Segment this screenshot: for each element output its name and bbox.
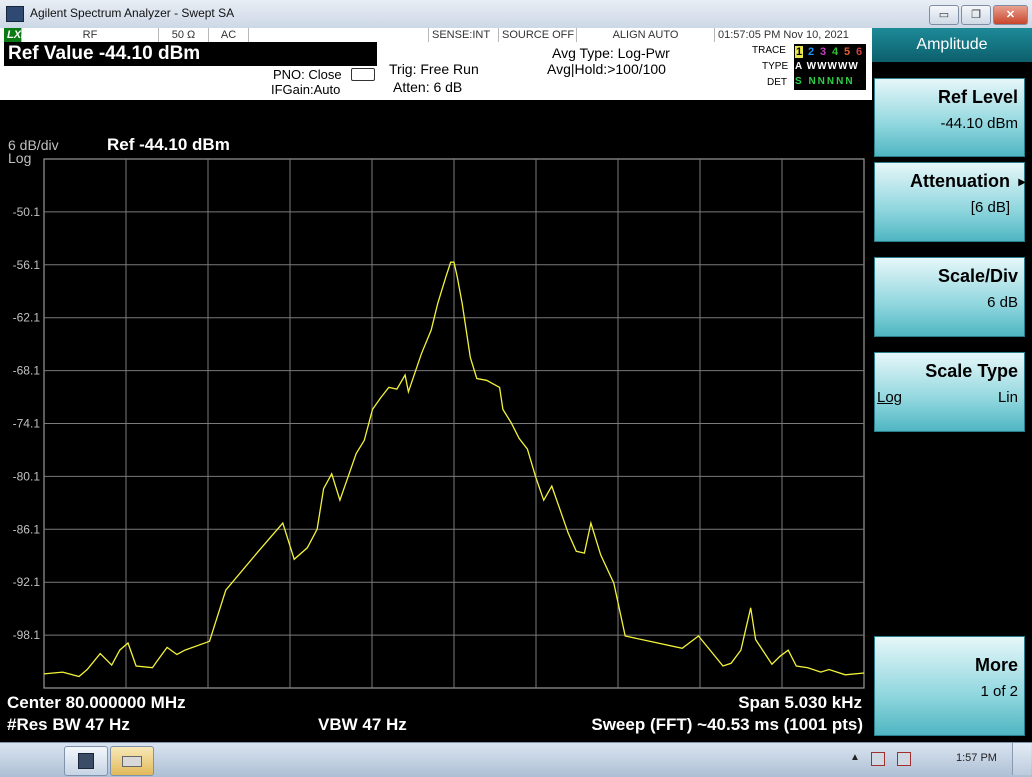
y-tick-label: -80.1 [13,469,41,483]
more-softkey[interactable]: More 1 of 2 [874,636,1025,736]
y-tick-label: -62.1 [13,311,41,325]
active-function-readout: Ref Value -44.10 dBm [4,42,377,66]
scale-div-softkey[interactable]: Scale/Div 6 dB [874,257,1025,337]
datetime-display: 01:57:05 PM Nov 10, 2021 [718,29,849,41]
avg-type: Avg Type: Log-Pwr [552,45,670,61]
spectrum-plot[interactable]: -50.1 -56.1 -62.1 -68.1 -74.1 -80.1 -86.1 -92.1… [0,100,872,742]
trigger-setting: Trig: Free Run [389,61,479,77]
pno-icon [351,68,375,81]
trace-1-number[interactable]: 1 [795,46,804,58]
video-bandwidth: VBW 47 Hz [318,715,407,734]
analyzer-app-icon [78,753,94,769]
volume-warning-icon[interactable] [897,752,911,766]
scale-type-label: Scale Type [925,361,1018,381]
scale-div-label: Scale/Div [937,266,1018,286]
submenu-arrow-icon: ▶ [1018,177,1026,188]
ref-level-value: -44.10 dBm [940,115,1018,132]
trace-label: TRACE [752,45,786,56]
y-tick-label: -68.1 [13,364,41,378]
det-label: DET [767,77,787,88]
taskbar-drive-button[interactable] [110,746,154,776]
y-tick-label: -50.1 [13,205,41,219]
trace-6-number[interactable]: 6 [856,46,862,58]
window-title: Agilent Spectrum Analyzer - Swept SA [30,6,235,20]
more-page-indicator: 1 of 2 [980,683,1018,700]
trace-status-box: 1 2 3 4 5 6 A WWWWW S NNNNN [794,44,866,90]
scale-type-log-option: Log [877,389,903,406]
window-titlebar: Agilent Spectrum Analyzer - Swept SA ▭ ❐… [0,0,1032,29]
restore-button[interactable]: ❐ [961,5,991,25]
frequency-span: Span 5.030 kHz [738,693,862,712]
scale-type-lin-option: Lin [997,389,1018,406]
sweep-time: Sweep (FFT) ~40.53 ms (1001 pts) [591,715,863,734]
spectrum-display[interactable]: 6 dB/div Log Ref -44.10 dBm -50.1 -56.1 -6… [0,100,872,742]
impedance-indicator: 50 Ω [159,28,209,42]
y-tick-label: -92.1 [13,575,41,589]
y-tick-label: -74.1 [13,417,41,431]
status-strip: LXI RF 50 Ω AC SENSE:INT SOURCE OFF ALIG… [0,28,872,43]
attenuation-setting: Atten: 6 dB [393,79,463,95]
network-warning-icon[interactable] [871,752,885,766]
attenuation-softkey[interactable]: Attenuation [6 dB] ▶ [874,162,1026,242]
attenuation-value: [6 dB] [970,199,1010,216]
y-axis-ticks: -50.1 -56.1 -62.1 -68.1 -74.1 -80.1 -86.1 -92.1… [13,205,41,642]
app-icon [6,6,24,22]
lxi-badge: LXI [4,28,24,42]
scale-type-softkey[interactable]: Scale Type Log Lin [874,352,1025,432]
ifgain-setting: IFGain:Auto [271,82,341,97]
avg-hold: Avg|Hold:>100/100 [547,61,666,77]
taskbar-app-button[interactable] [64,746,108,776]
scale-div-value: 6 dB [987,294,1018,311]
more-label: More [974,655,1018,675]
ref-level-softkey[interactable]: Ref Level -44.10 dBm [874,78,1025,157]
trace-5-number[interactable]: 5 [844,46,850,58]
ref-level-label: Ref Level [937,87,1018,107]
trace-2-number[interactable]: 2 [808,46,814,58]
measurement-header: Ref Value -44.10 dBm PNO: Close IFGain:A… [0,42,872,102]
y-tick-label: -86.1 [13,522,41,536]
attenuation-label: Attenuation [910,171,1010,191]
graticule [43,158,865,689]
minimize-button[interactable]: ▭ [929,5,959,25]
softkey-menu-title: Amplitude [872,28,1032,62]
close-button[interactable]: ✕ [993,5,1028,25]
drive-icon [122,756,142,767]
trace-det-values: S NNNNN [795,76,855,87]
taskbar-clock[interactable]: 1:57 PM [956,752,997,764]
rf-input-indicator: RF [22,28,159,42]
y-tick-label: -56.1 [13,258,41,272]
pno-setting: PNO: Close [273,67,342,82]
align-indicator: ALIGN AUTO [577,28,715,42]
type-label: TYPE [762,61,789,72]
center-frequency: Center 80.000000 MHz [7,693,186,712]
resolution-bandwidth: #Res BW 47 Hz [7,715,130,734]
status-spacer [249,28,429,42]
source-indicator: SOURCE OFF [499,28,577,42]
trace-type-values: A WWWWW [795,61,859,72]
coupling-indicator: AC [209,28,249,42]
softkey-panel: Amplitude Ref Level -44.10 dBm Attenuati… [872,28,1032,742]
show-desktop-button[interactable] [1012,743,1031,775]
taskbar: ▲ 1:57 PM [0,742,1032,777]
y-tick-label: -98.1 [13,628,41,642]
sense-indicator: SENSE:INT [429,28,499,42]
trace-3-number[interactable]: 3 [820,46,826,58]
trace-4-number[interactable]: 4 [832,46,838,58]
tray-expand-icon[interactable]: ▲ [850,752,860,763]
